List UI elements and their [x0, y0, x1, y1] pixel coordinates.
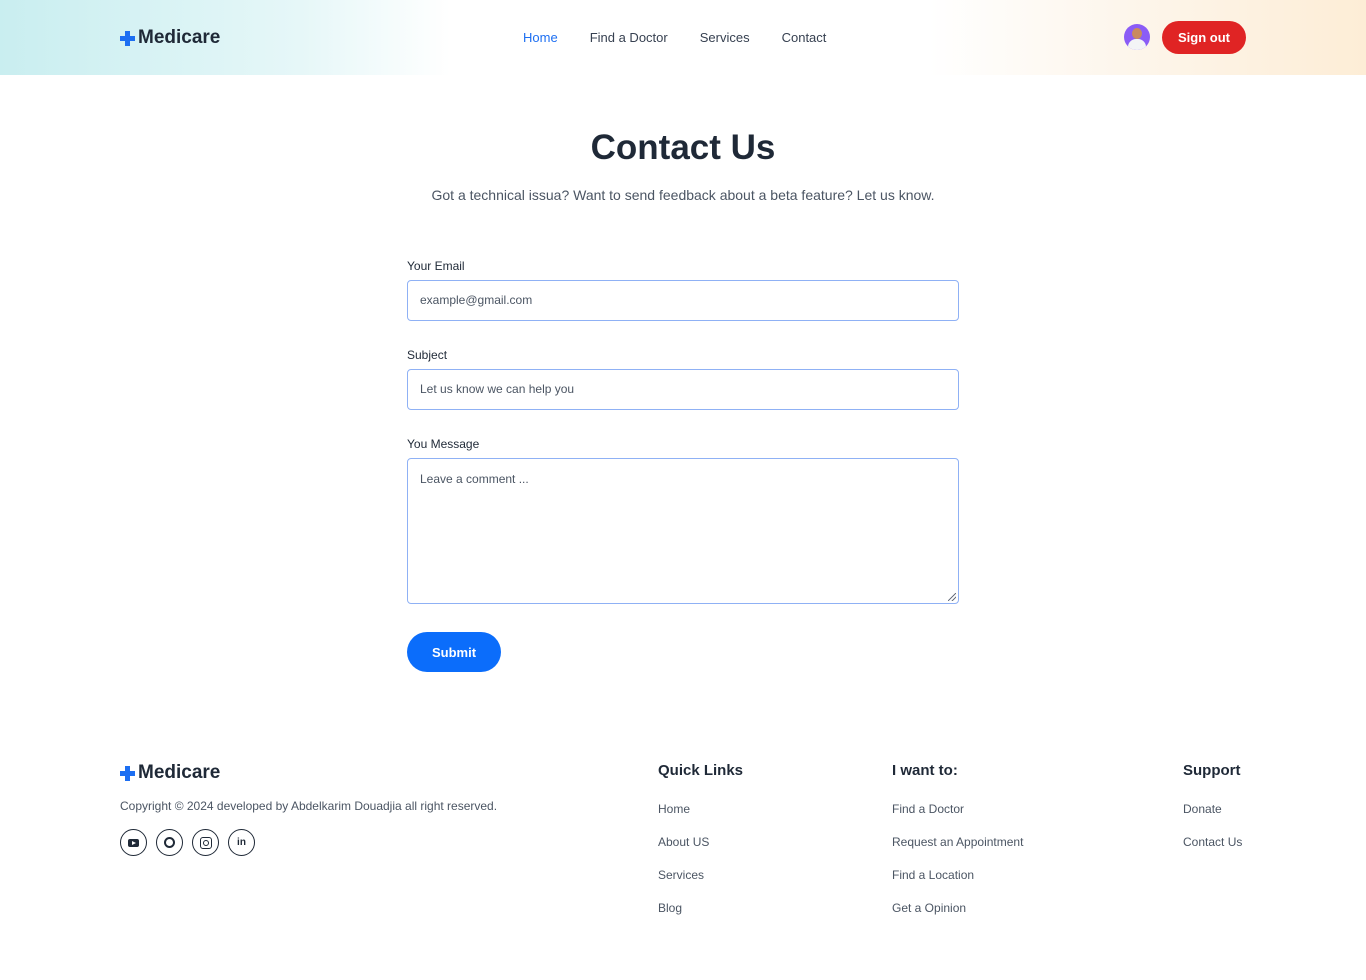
medical-cross-icon [120, 30, 135, 46]
page-title: Contact Us [590, 128, 776, 167]
social-links: in [120, 829, 255, 856]
message-label: You Message [407, 437, 480, 451]
email-field[interactable]: example@gmail.com [407, 280, 959, 321]
footer-link-about-us[interactable]: About US [658, 835, 709, 849]
quick-links-title: Quick Links [658, 762, 744, 779]
nav-home[interactable]: Home [523, 30, 558, 45]
email-placeholder: example@gmail.com [420, 293, 533, 307]
i-want-to-title: I want to: [892, 762, 958, 779]
subject-field[interactable]: Let us know we can help you [407, 369, 959, 410]
brand-logo[interactable]: Medicare [120, 27, 220, 49]
message-placeholder: Leave a comment ... [420, 472, 529, 486]
resize-handle-icon[interactable] [948, 593, 956, 601]
footer-link-find-a-location[interactable]: Find a Location [892, 868, 974, 882]
sign-out-button[interactable]: Sign out [1162, 21, 1246, 54]
email-label: Your Email [407, 259, 465, 273]
footer-link-get-a-opinion[interactable]: Get a Opinion [892, 901, 966, 915]
footer-link-blog[interactable]: Blog [658, 901, 682, 915]
footer-link-services[interactable]: Services [658, 868, 704, 882]
main-nav: Home Find a Doctor Services Contact [523, 30, 858, 45]
site-header: Medicare Home Find a Doctor Services Con… [0, 0, 1366, 75]
footer-brand-logo[interactable]: Medicare [120, 762, 220, 784]
subject-label: Subject [407, 348, 448, 362]
page-subtitle: Got a technical issua? Want to send feed… [431, 187, 935, 203]
medical-cross-icon [120, 765, 135, 781]
linkedin-icon[interactable]: in [228, 829, 255, 856]
nav-find-a-doctor[interactable]: Find a Doctor [590, 30, 668, 45]
brand-name: Medicare [138, 27, 221, 48]
submit-button[interactable]: Submit [407, 632, 501, 672]
footer-link-contact-us[interactable]: Contact Us [1183, 835, 1242, 849]
footer-link-find-a-doctor[interactable]: Find a Doctor [892, 802, 964, 816]
footer-link-request-appointment[interactable]: Request an Appointment [892, 835, 1023, 849]
nav-contact[interactable]: Contact [782, 30, 827, 45]
support-title: Support [1183, 762, 1241, 779]
user-avatar[interactable] [1124, 24, 1150, 50]
youtube-icon[interactable] [120, 829, 147, 856]
nav-services[interactable]: Services [700, 30, 750, 45]
copyright-text: Copyright © 2024 developed by Abdelkarim… [120, 799, 498, 813]
instagram-icon[interactable] [192, 829, 219, 856]
github-icon[interactable] [156, 829, 183, 856]
footer-brand-name: Medicare [138, 762, 221, 783]
message-textarea[interactable]: Leave a comment ... [407, 458, 959, 604]
footer-link-home[interactable]: Home [658, 802, 690, 816]
subject-placeholder: Let us know we can help you [420, 382, 575, 396]
footer-link-donate[interactable]: Donate [1183, 802, 1222, 816]
